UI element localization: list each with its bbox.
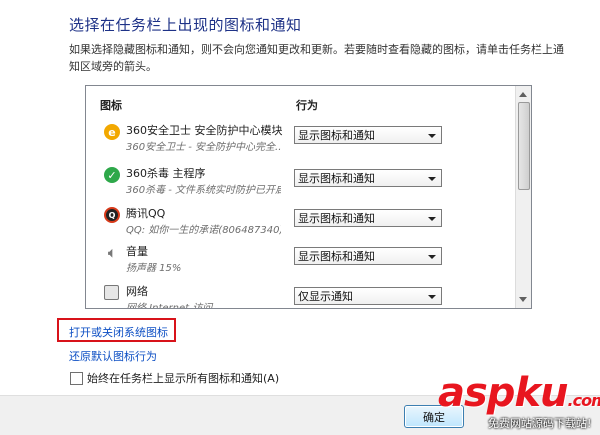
- behavior-select-value: 仅显示通知: [298, 290, 353, 303]
- list-item: 网络 网络 Internet 访问 仅显示通知: [86, 281, 516, 309]
- app-name: 网络: [126, 285, 148, 298]
- notification-icons-list: 图标 行为 e 360安全卫士 安全防护中心模块 360安全卫士 - 安全防护中…: [85, 85, 532, 309]
- chevron-down-icon: [428, 255, 436, 259]
- list-item: 🔈︎ 音量 扬声器 15% 显示图标和通知: [86, 241, 516, 279]
- chevron-down-icon: [428, 295, 436, 299]
- column-header-behavior: 行为: [296, 99, 318, 112]
- app-status: 360杀毒 - 文件系统实时防护已开启: [126, 185, 281, 196]
- column-header-icon: 图标: [100, 99, 122, 112]
- list-item: e 360安全卫士 安全防护中心模块 360安全卫士 - 安全防护中心完全...…: [86, 120, 516, 158]
- behavior-select[interactable]: 显示图标和通知: [294, 209, 442, 227]
- scroll-down-icon[interactable]: [519, 297, 527, 302]
- list-item: ✓ 360杀毒 主程序 360杀毒 - 文件系统实时防护已开启 显示图标和通知: [86, 163, 516, 201]
- behavior-select[interactable]: 显示图标和通知: [294, 126, 442, 144]
- behavior-select-value: 显示图标和通知: [298, 172, 375, 185]
- network-icon: [104, 285, 119, 300]
- app-status: QQ: 如你一生的承诺(806487340)...: [126, 225, 281, 236]
- app-status: 扬声器 15%: [126, 263, 182, 274]
- page-description: 如果选择隐藏图标和通知，则不会向您通知更改和更新。若要随时查看隐藏的图标，请单击…: [69, 43, 564, 73]
- watermark-tagline: 免费网站源码下载站!: [488, 417, 592, 430]
- antivirus-360-icon: ✓: [104, 167, 120, 183]
- behavior-select[interactable]: 仅显示通知: [294, 287, 442, 305]
- always-show-label: 始终在任务栏上显示所有图标和通知(A): [87, 372, 280, 385]
- behavior-select-value: 显示图标和通知: [298, 129, 375, 142]
- chevron-down-icon: [428, 134, 436, 138]
- behavior-select-value: 显示图标和通知: [298, 212, 375, 225]
- app-name: 腾讯QQ: [126, 207, 166, 220]
- watermark-logo: aspku.com: [438, 370, 600, 416]
- watermark-brand: aspku: [438, 370, 569, 416]
- watermark-tld: .com: [567, 391, 600, 410]
- scroll-up-icon[interactable]: [519, 92, 527, 97]
- app-name: 360杀毒 主程序: [126, 167, 206, 180]
- page-title: 选择在任务栏上出现的图标和通知: [69, 16, 302, 34]
- scrollbar-thumb[interactable]: [518, 102, 530, 190]
- speaker-icon: 🔈︎: [108, 245, 116, 261]
- app-name: 360安全卫士 安全防护中心模块: [126, 124, 283, 137]
- app-name: 音量: [126, 245, 148, 258]
- behavior-select[interactable]: 显示图标和通知: [294, 169, 442, 187]
- behavior-select-value: 显示图标和通知: [298, 250, 375, 263]
- chevron-down-icon: [428, 217, 436, 221]
- app-status: 网络 Internet 访问: [126, 303, 213, 309]
- app-status: 360安全卫士 - 安全防护中心完全...: [126, 142, 281, 153]
- behavior-select[interactable]: 显示图标和通知: [294, 247, 442, 265]
- always-show-all-icons-option[interactable]: 始终在任务栏上显示所有图标和通知(A): [70, 370, 279, 386]
- vertical-scrollbar[interactable]: [515, 86, 531, 308]
- chevron-down-icon: [428, 177, 436, 181]
- restore-default-behavior-link[interactable]: 还原默认图标行为: [69, 348, 157, 364]
- shield-360-icon: e: [104, 124, 120, 140]
- list-item: Q 腾讯QQ QQ: 如你一生的承诺(806487340)... 显示图标和通知: [86, 203, 516, 241]
- toggle-system-icons-link[interactable]: 打开或关闭系统图标: [69, 324, 168, 340]
- always-show-checkbox[interactable]: [70, 371, 83, 385]
- qq-penguin-icon: Q: [104, 207, 120, 223]
